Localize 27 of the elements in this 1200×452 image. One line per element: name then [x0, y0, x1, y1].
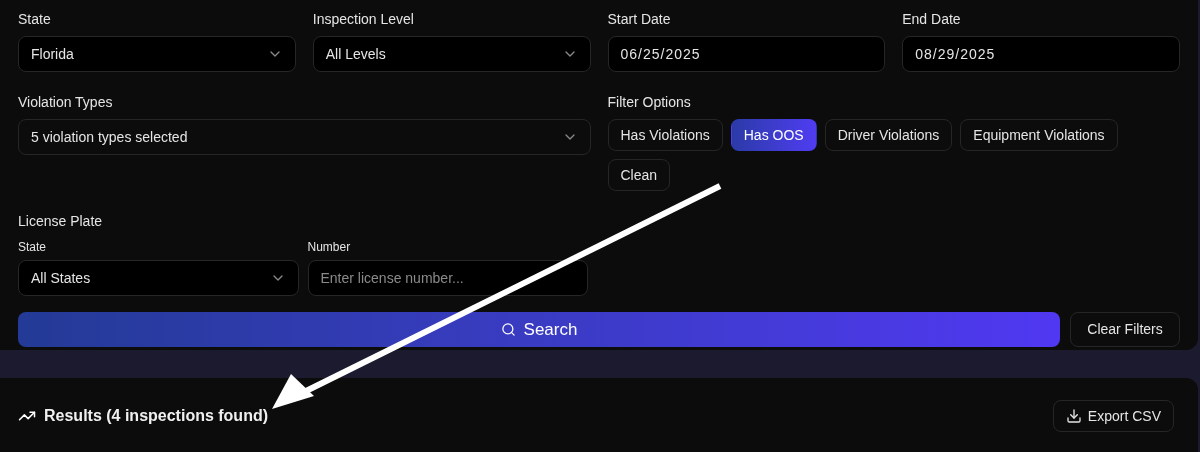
field-label: State: [18, 239, 48, 256]
field-label: Inspection Level: [312, 10, 415, 29]
license-number-field[interactable]: Enter license number...: [307, 260, 588, 296]
field-label: Filter Options: [607, 93, 692, 112]
search-button[interactable]: Search: [18, 312, 1060, 347]
download-icon: [1065, 408, 1082, 424]
field-label: State: [18, 10, 52, 29]
select-field[interactable]: All States: [18, 260, 299, 296]
select-field[interactable]: All Levels: [312, 36, 591, 72]
filter-toggle[interactable]: Driver Violations: [824, 119, 953, 151]
clear-filters-button[interactable]: Clear Filters: [1070, 312, 1180, 347]
date-field[interactable]: 06/25/2025: [607, 36, 886, 72]
date-field[interactable]: 08/29/2025: [902, 36, 1180, 72]
select-field[interactable]: Florida: [18, 36, 296, 72]
field-label: Start Date: [607, 10, 672, 29]
field-label: License Plate: [18, 212, 104, 231]
select-field[interactable]: 5 violation types selected: [18, 119, 591, 155]
filter-toggle[interactable]: Has OOS: [730, 119, 817, 151]
filter-toggle[interactable]: Equipment Violations: [960, 119, 1118, 151]
results-title: Results (4 inspections found): [44, 406, 268, 426]
search-icon: [500, 322, 516, 337]
filter-toggle[interactable]: Has Violations: [607, 119, 723, 151]
filter-toggle[interactable]: Clean: [607, 159, 671, 191]
export-csv-button[interactable]: Export CSV: [1052, 400, 1174, 432]
field-label: Violation Types: [18, 93, 114, 112]
field-label: Number: [307, 239, 352, 256]
field-label: End Date: [902, 10, 962, 29]
